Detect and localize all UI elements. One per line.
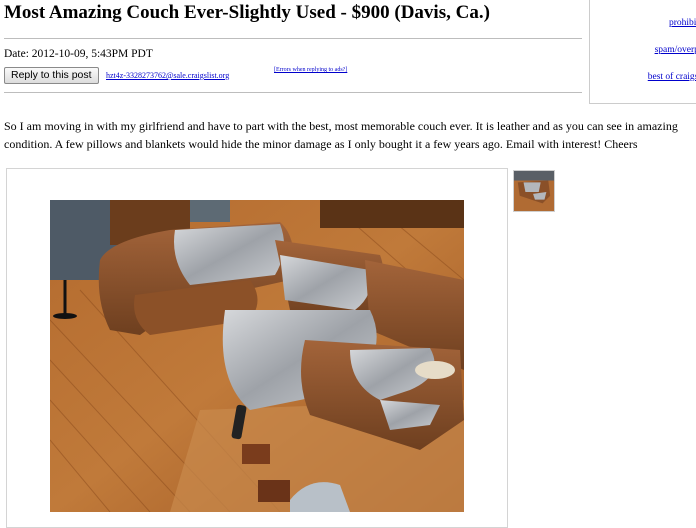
sidebar-link-spam[interactable]: spam/overpost (655, 45, 696, 55)
sidebar-link-prohibited[interactable]: prohibited (669, 18, 696, 28)
posting-title: Most Amazing Couch Ever-Slightly Used - … (4, 2, 490, 23)
header-divider (4, 92, 582, 93)
reply-button[interactable]: Reply to this post (4, 67, 99, 84)
sidebar-link-best-of[interactable]: best of craigslist (648, 72, 696, 82)
flag-sidebar: prohibited spam/overpost best of craigsl… (589, 0, 696, 104)
posting-date: Date: 2012-10-09, 5:43PM PDT (4, 48, 153, 60)
title-divider (4, 38, 582, 39)
errors-link[interactable]: [Errors when replying to ads?] (274, 67, 347, 73)
couch-photo (50, 200, 464, 512)
reply-email-link[interactable]: hzt4z-3328273762@sale.craigslist.org (106, 71, 229, 80)
couch-thumbnail[interactable] (513, 170, 555, 212)
posting-body: So I am moving in with my girlfriend and… (4, 119, 678, 151)
